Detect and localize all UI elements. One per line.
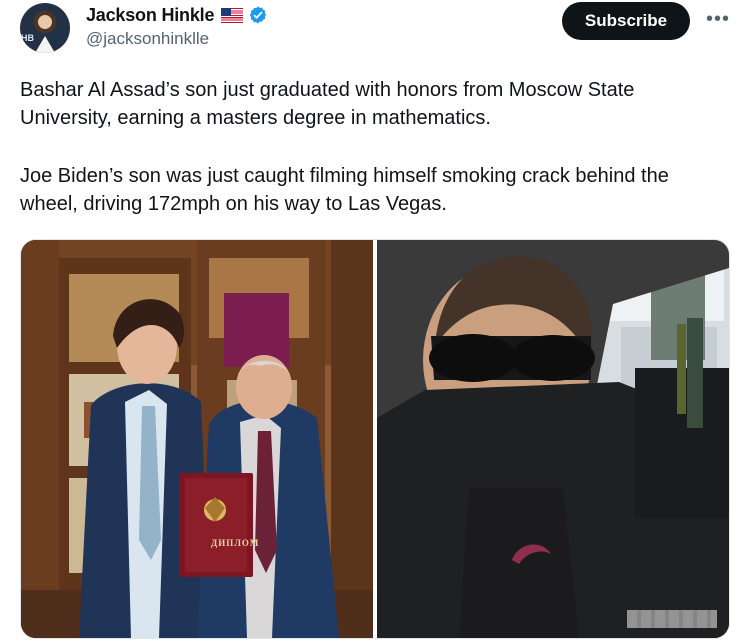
tweet-paragraph-1: Bashar Al Assad’s son just graduated wit… [20, 79, 635, 129]
verified-badge-icon [250, 6, 267, 24]
watermark-blocks [627, 610, 717, 628]
more-options-icon[interactable]: ••• [706, 8, 730, 31]
avatar[interactable]: HB [20, 3, 70, 53]
media-photo-right[interactable] [377, 240, 729, 638]
graduation-photo-graphic [21, 240, 373, 638]
diploma-label: ДИПЛОМ [211, 538, 260, 548]
subscribe-button[interactable]: Subscribe [562, 2, 690, 40]
us-flag-icon [221, 7, 244, 23]
media-photo-left[interactable]: ДИПЛОМ [21, 240, 373, 638]
tweet-text: Bashar Al Assad’s son just graduated wit… [20, 76, 720, 218]
tweet-media[interactable]: ДИПЛОМ [20, 239, 730, 639]
author-name-row: Jackson Hinkle [86, 4, 268, 26]
handle[interactable]: @jacksonhinklle [86, 29, 209, 49]
car-selfie-photo-graphic [377, 240, 729, 638]
avatar-shirt [35, 36, 55, 53]
display-name[interactable]: Jackson Hinkle [86, 4, 214, 26]
avatar-label: HB [21, 33, 34, 43]
tweet-paragraph-2: Joe Biden’s son was just caught filming … [20, 165, 669, 215]
